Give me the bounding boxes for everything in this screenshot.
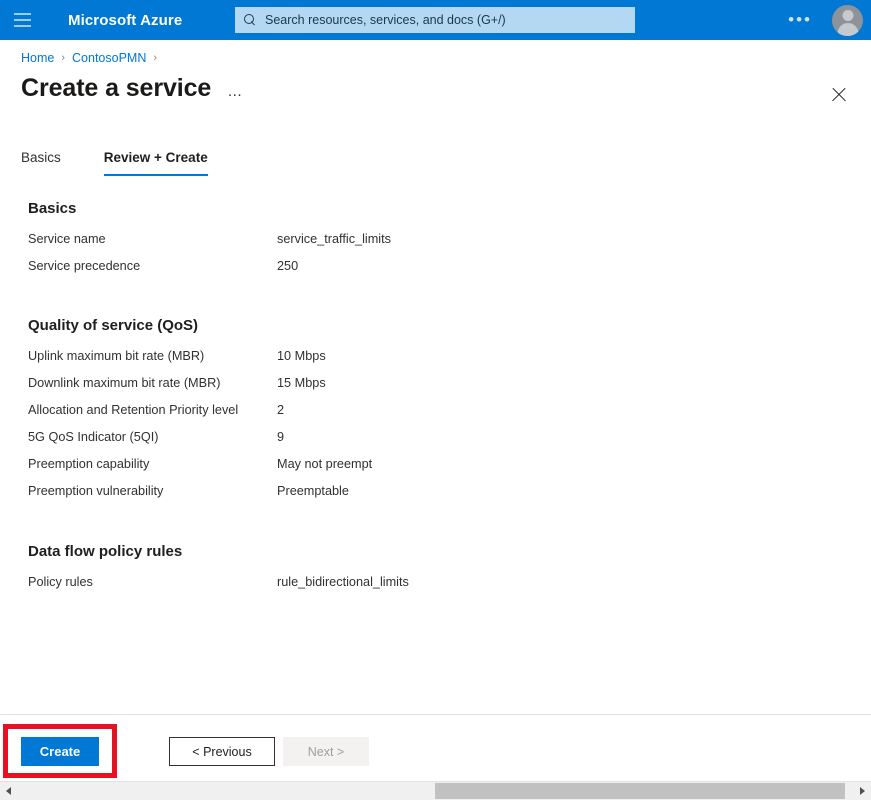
tab-review-create[interactable]: Review + Create [79,150,226,176]
scrollbar-thumb[interactable] [435,783,845,799]
avatar-body [837,23,858,36]
create-button[interactable]: Create [21,737,99,766]
row-label: Policy rules [28,575,277,589]
row-value: service_traffic_limits [277,232,391,246]
hamburger-bar [14,19,31,21]
page-more-menu-icon[interactable]: … [225,86,246,92]
search-icon [244,14,257,27]
row-label: Preemption capability [28,457,277,471]
azure-top-header: Microsoft Azure Search resources, servic… [0,0,871,40]
section-table-basics: Service name service_traffic_limits Serv… [0,232,871,286]
table-row: Policy rules rule_bidirectional_limits [0,575,871,602]
row-value: 250 [277,259,298,273]
tab-basics[interactable]: Basics [21,150,79,176]
section-title-qos: Quality of service (QoS) [28,317,871,334]
previous-button[interactable]: < Previous [169,737,275,766]
row-label: 5G QoS Indicator (5QI) [28,430,277,444]
row-value: 10 Mbps [277,349,326,363]
row-label: Uplink maximum bit rate (MBR) [28,349,277,363]
row-value: May not preempt [277,457,372,471]
arrow-glyph [6,787,11,795]
review-content: Basics Service name service_traffic_limi… [0,200,871,602]
section-table-qos: Uplink maximum bit rate (MBR) 10 Mbps Do… [0,349,871,511]
breadcrumb-separator-icon: › [61,52,65,64]
topbar-more-icon[interactable]: ••• [782,0,818,40]
table-row: Preemption vulnerability Preemptable [0,484,871,511]
page-title: Create a service [21,74,211,103]
table-row: Allocation and Retention Priority level … [0,403,871,430]
table-row: Service name service_traffic_limits [0,232,871,259]
arrow-glyph [860,787,865,795]
hamburger-bar [14,13,31,15]
hamburger-icon[interactable] [0,0,44,40]
hamburger-bar [14,25,31,27]
row-label: Downlink maximum bit rate (MBR) [28,376,277,390]
next-button: Next > [283,737,369,766]
row-value: rule_bidirectional_limits [277,575,409,589]
section-table-policy-rules: Policy rules rule_bidirectional_limits [0,575,871,602]
row-label: Allocation and Retention Priority level [28,403,277,417]
global-search-placeholder: Search resources, services, and docs (G+… [265,13,506,27]
table-row: Uplink maximum bit rate (MBR) 10 Mbps [0,349,871,376]
breadcrumb: Home › ContosoPMN › [21,51,157,65]
section-title-data-flow-policy-rules: Data flow policy rules [28,543,871,560]
row-value: 2 [277,403,284,417]
global-search-box[interactable]: Search resources, services, and docs (G+… [235,7,635,33]
breadcrumb-item-contosopmn[interactable]: ContosoPMN [72,51,146,65]
avatar-head [842,10,853,21]
row-label: Service precedence [28,259,277,273]
breadcrumb-separator-icon: › [153,52,157,64]
horizontal-scrollbar[interactable] [0,781,871,800]
row-value: 15 Mbps [277,376,326,390]
azure-brand-label[interactable]: Microsoft Azure [68,12,182,29]
account-avatar[interactable] [832,5,863,36]
section-title-basics: Basics [28,200,871,217]
breadcrumb-item-home[interactable]: Home [21,51,54,65]
row-label: Service name [28,232,277,246]
row-value: Preemptable [277,484,349,498]
scroll-right-arrow-icon[interactable] [854,782,871,800]
table-row: Preemption capability May not preempt [0,457,871,484]
scroll-left-arrow-icon[interactable] [0,782,17,800]
close-icon[interactable] [826,81,852,107]
table-row: Service precedence 250 [0,259,871,286]
table-row: Downlink maximum bit rate (MBR) 15 Mbps [0,376,871,403]
table-row: 5G QoS Indicator (5QI) 9 [0,430,871,457]
row-label: Preemption vulnerability [28,484,277,498]
create-service-blade: Home › ContosoPMN › Create a service … B… [0,40,871,714]
blade-footer: Create < Previous Next > [0,714,871,780]
title-row: Create a service … [21,74,246,103]
blade-tabs: Basics Review + Create [21,150,226,176]
row-value: 9 [277,430,284,444]
